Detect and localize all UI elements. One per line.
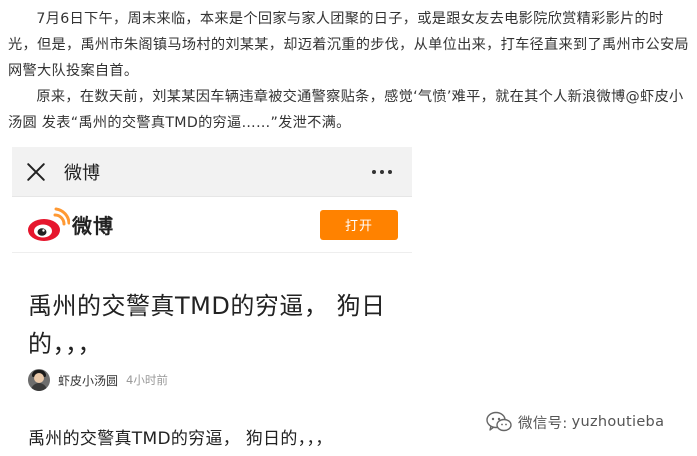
avatar[interactable]	[28, 369, 50, 391]
author-name[interactable]: 虾皮小汤圆	[58, 372, 118, 389]
weibo-brand-name: 微博	[72, 214, 114, 238]
post-body: 禹州的交警真TMD的穷逼， 狗日的，，，	[28, 429, 333, 449]
post-title: 禹州的交警真TMD的穷逼， 狗日的，，，	[28, 292, 386, 358]
weibo-topbar: 微博	[12, 147, 412, 197]
watermark-label: 微信号:	[518, 415, 568, 432]
post-timestamp: 4小时前	[126, 373, 168, 387]
weibo-brand-bar: 微博 打开	[12, 197, 412, 253]
wechat-watermark: 微信号: yuzhoutieba	[486, 411, 664, 433]
wechat-icon	[486, 411, 512, 432]
watermark-handle: yuzhoutieba	[571, 414, 665, 430]
article-text: 7月6日下午，周末来临，本来是个回家与家人团聚的日子，或是跟女友去电影院欣赏精彩…	[8, 6, 690, 136]
close-icon[interactable]	[26, 162, 46, 182]
more-icon[interactable]	[372, 169, 392, 174]
topbar-title: 微博	[64, 162, 100, 184]
article-paragraph-1: 7月6日下午，周末来临，本来是个回家与家人团聚的日子，或是跟女友去电影院欣赏精彩…	[8, 11, 689, 79]
weibo-screenshot: 微博 微博 打开 禹州的交警真TMD的穷逼， 狗日的，，， 虾皮小汤圆 4小时前…	[12, 147, 412, 456]
article-paragraph-2: 原来，在数天前，刘某某因车辆违章被交通警察贴条，感觉‘气愤’难平，就在其个人新浪…	[8, 89, 684, 131]
weibo-logo-icon	[28, 207, 70, 241]
post-author-row: 虾皮小汤圆 4小时前	[28, 369, 168, 391]
open-app-button[interactable]: 打开	[320, 209, 398, 240]
